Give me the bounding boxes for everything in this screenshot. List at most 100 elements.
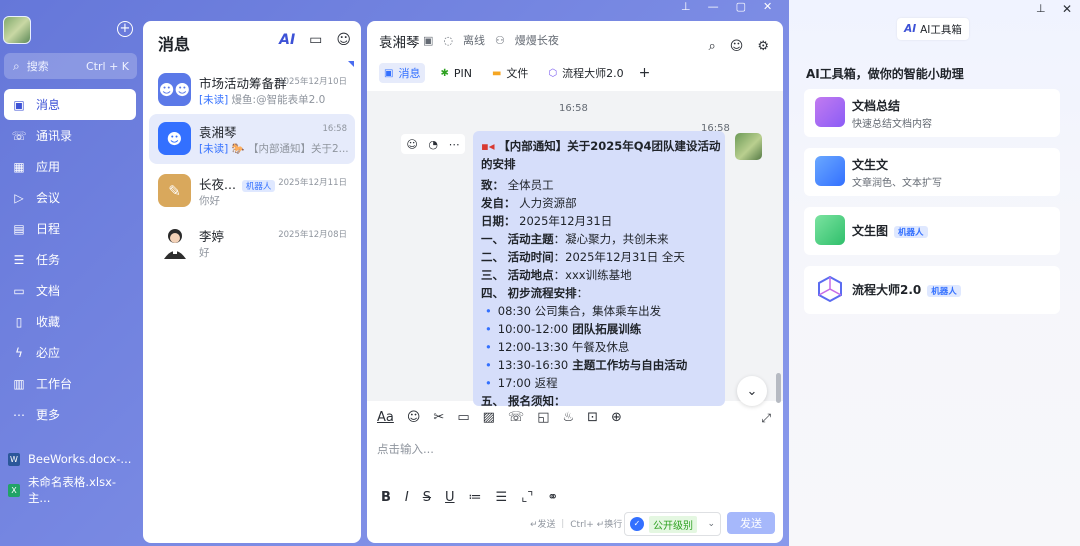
sidebar-item-10[interactable]: ⋯ 更多 — [4, 399, 136, 430]
chat-panel: 袁湘琴 ▣ ◌ 离线 ⚇ 熳熳长夜 ⌕ ☺ ⚙ ▣ 消息 ✱ PIN ▬ 文件 ⬡ 流程大师2… — [367, 21, 783, 543]
sticker-icon[interactable]: ◱ — [537, 410, 549, 425]
schedule-text: 返程 — [530, 376, 558, 390]
pin-window-icon[interactable]: ⊥ — [681, 0, 691, 16]
conversation-avatar: ☻☻ — [158, 73, 191, 106]
message-bubble[interactable]: ▪◂ 【内部通知】关于2025年Q4团队建设活动 的安排 致： 全体员工 发自：… — [473, 131, 725, 408]
ai-pin-icon[interactable]: ⊥ — [1036, 2, 1046, 15]
sidebar-item-2[interactable]: ▦ 应用 — [4, 151, 136, 182]
maximize-icon[interactable]: ▢ — [736, 0, 746, 16]
msg-to-label: 致： — [481, 178, 504, 192]
search-shortcut: Ctrl + K — [86, 59, 129, 73]
sidebar-item-label: 任务 — [36, 253, 61, 267]
chevron-down-icon: ⌄ — [707, 519, 715, 529]
add-icon[interactable]: ⊕ — [611, 410, 622, 425]
bullet-list-icon[interactable]: ☰ — [496, 490, 508, 505]
reaction-icon[interactable]: ☺ — [406, 138, 417, 151]
ai-tool-title: 文生图 机器人 — [852, 222, 928, 239]
chat-tabs: ▣ 消息 ✱ PIN ▬ 文件 ⬡ 流程大师2.0 + — [379, 63, 650, 83]
reply-icon[interactable]: ◔ — [428, 138, 438, 151]
schedule-time: 17:00 — [497, 376, 531, 390]
ordered-list-icon[interactable]: ≔ — [469, 490, 482, 505]
sidebar-item-7[interactable]: ▯ 收藏 — [4, 306, 136, 337]
folder-icon[interactable]: ▭ — [457, 410, 469, 425]
msg-title-line1: 【内部通知】关于2025年Q4团队建设活动 — [498, 139, 721, 153]
conversation-item[interactable]: ✎ 长夜... 机器人 2025年12月11日 你好 — [149, 166, 355, 216]
sidebar-item-label: 文档 — [36, 284, 61, 298]
scissors-icon[interactable]: ✂ — [433, 410, 444, 425]
chat-tab-3[interactable]: ⬡ 流程大师2.0 — [543, 63, 628, 83]
chat-tab-label: 文件 — [506, 67, 529, 80]
more-actions-icon[interactable]: ⋯ — [449, 138, 460, 151]
sidebar-item-6[interactable]: ▭ 文档 — [4, 275, 136, 306]
sidebar-item-0[interactable]: ▣ 消息 — [4, 89, 136, 120]
message-input[interactable]: 点击输入... — [377, 441, 434, 457]
conversation-time: 16:58 — [322, 124, 348, 134]
sidebar-item-5[interactable]: ☰ 任务 — [4, 244, 136, 275]
bot-icon[interactable]: ☺ — [336, 32, 351, 48]
meeting-icon: ▷ — [14, 190, 24, 205]
chat-tab-1[interactable]: ✱ PIN — [435, 63, 477, 83]
security-level-select[interactable]: ✓ 公开级别 ⌄ — [624, 512, 721, 536]
ai-close-icon[interactable]: ✕ — [1062, 2, 1072, 16]
recent-file-excel[interactable]: X 未命名表格.xlsx-主... — [8, 475, 138, 505]
italic-icon[interactable]: I — [405, 490, 409, 505]
msg-to-value: 全体员工 — [507, 178, 554, 192]
emoji-icon[interactable]: ☺ — [407, 410, 421, 425]
chat-filter-icon[interactable]: ▭ — [309, 32, 322, 48]
jump-to-bottom-button[interactable]: ⌄ — [737, 376, 767, 406]
chat-scrollbar[interactable] — [776, 373, 781, 403]
sidebar-item-1[interactable]: ☏ 通讯录 — [4, 120, 136, 151]
close-icon[interactable]: ✕ — [763, 0, 772, 16]
msg-item-num: 四、 — [481, 286, 504, 300]
chat-tab-0[interactable]: ▣ 消息 — [379, 63, 426, 83]
search-chat-icon[interactable]: ⌕ — [709, 39, 716, 54]
ai-tool-card[interactable]: 文生文 文章润色、文本扩写 — [804, 148, 1060, 196]
msg-item-num: 三、 — [481, 268, 504, 282]
search-input[interactable]: 搜索 — [27, 58, 49, 74]
phone-icon[interactable]: ☏ — [508, 410, 524, 425]
search-box[interactable]: ⌕ 搜索 Ctrl + K — [4, 53, 137, 79]
doc-summary-icon — [815, 97, 845, 127]
sidebar-item-4[interactable]: ▤ 日程 — [4, 213, 136, 244]
bold-icon[interactable]: B — [381, 490, 391, 505]
sidebar-item-8[interactable]: ϟ 必应 — [4, 337, 136, 368]
folder-tab-icon: ▬ — [491, 67, 502, 79]
conversation-item[interactable]: ☻☻ 市场活动筹备群 2025年12月10日 [未读] 熳鱼:@智能表单2.0 — [149, 65, 355, 115]
ai-icon[interactable]: AI — [279, 32, 295, 48]
left-sidebar: + ⌕ 搜索 Ctrl + K ▣ 消息 ☏ 通讯录 ▦ 应用 ▷ 会议 ▤ 日程 ☰ 任务 ▭ 文档 ▯ 收… — [0, 0, 142, 546]
format-toolbar: B I S U ≔ ☰ ⌞⌝ ⚭ — [381, 490, 558, 505]
code-block-icon[interactable]: ⌞⌝ — [521, 490, 533, 505]
ai-tool-card[interactable]: 文生图 机器人 — [804, 207, 1060, 255]
link-icon[interactable]: ⚭ — [547, 490, 558, 505]
msg-date-value: 2025年12月31日 — [519, 214, 613, 228]
offline-icon: ◌ — [443, 33, 454, 47]
send-button[interactable]: 发送 — [727, 512, 775, 534]
sidebar-item-3[interactable]: ▷ 会议 — [4, 182, 136, 213]
more-icon: ⋯ — [13, 407, 25, 422]
lock-icon[interactable]: ⊡ — [587, 410, 598, 425]
sender-avatar[interactable] — [735, 133, 762, 160]
image-icon[interactable]: ▨ — [483, 410, 495, 425]
create-plus-icon[interactable]: + — [117, 21, 133, 37]
conversation-preview: 你好 — [199, 193, 220, 208]
add-tab-icon[interactable]: + — [639, 65, 651, 81]
recent-file-word[interactable]: W BeeWorks.docx-... — [8, 448, 138, 470]
sidebar-item-9[interactable]: ▥ 工作台 — [4, 368, 136, 399]
my-avatar[interactable] — [3, 16, 31, 44]
expand-icon[interactable]: ⤢ — [761, 411, 771, 426]
text-format-icon[interactable]: Aa — [377, 410, 394, 425]
minimize-icon[interactable]: — — [708, 0, 719, 16]
sidebar-item-label: 更多 — [36, 408, 61, 422]
strikethrough-icon[interactable]: S — [423, 490, 431, 505]
ai-tool-card[interactable]: 文档总结 快速总结文档内容 — [804, 89, 1060, 137]
fire-icon[interactable]: ♨ — [562, 410, 574, 425]
settings-icon[interactable]: ⚙ — [757, 39, 769, 54]
sidebar-item-label: 日程 — [36, 222, 61, 236]
conversation-item[interactable]: 李婷 2025年12月08日好 — [149, 218, 355, 268]
chat-tab-2[interactable]: ▬ 文件 — [487, 63, 533, 83]
underline-icon[interactable]: U — [445, 490, 455, 505]
conversation-item[interactable]: ☻ 袁湘琴 16:58 [未读] 🐎 【内部通知】关于2... — [149, 114, 355, 164]
ai-tool-card[interactable]: 流程大师2.0 机器人 — [804, 266, 1060, 314]
add-member-icon[interactable]: ☺ — [730, 39, 744, 54]
conversation-name-text: 市场活动筹备群 — [199, 76, 287, 91]
